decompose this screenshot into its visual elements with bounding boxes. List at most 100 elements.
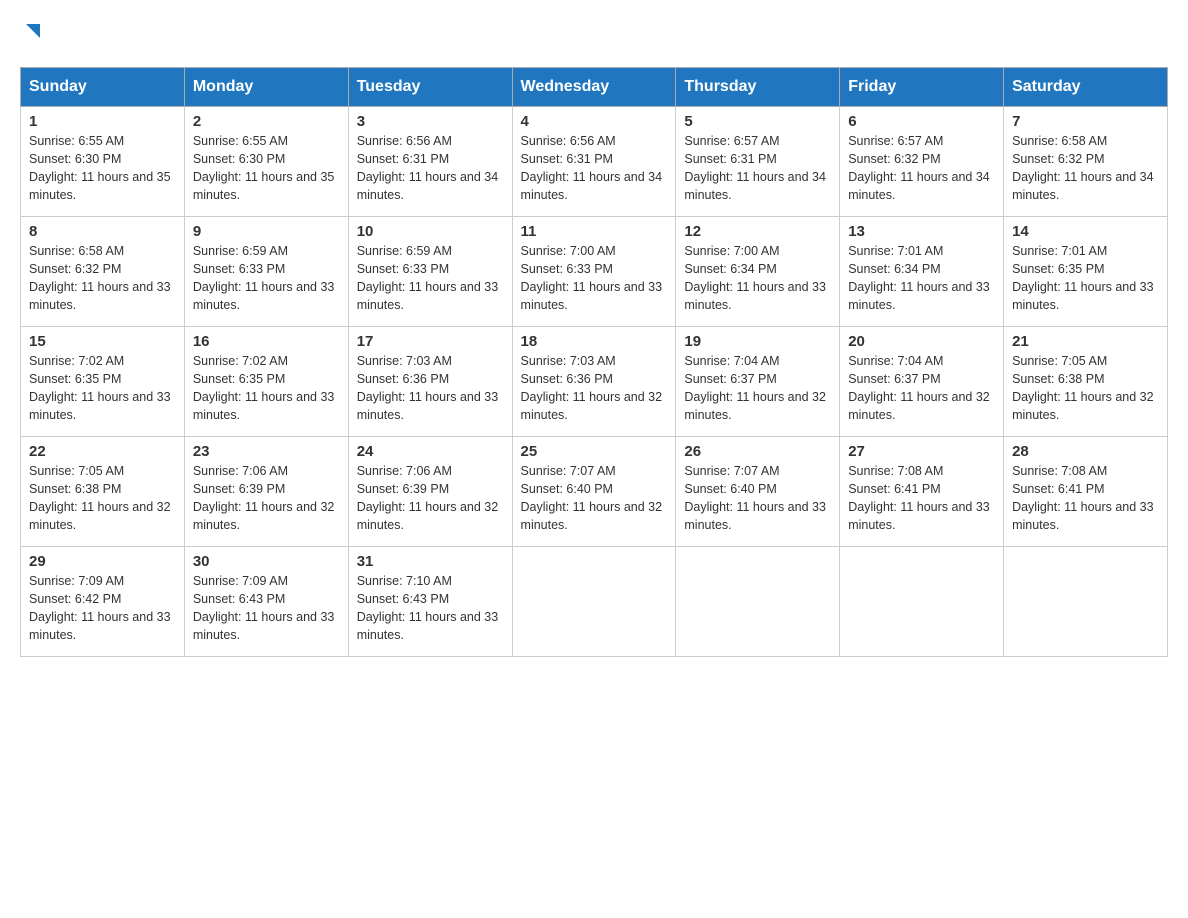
day-number: 4 bbox=[521, 113, 668, 130]
calendar-cell: 2 Sunrise: 6:55 AMSunset: 6:30 PMDayligh… bbox=[184, 107, 348, 217]
calendar-week-row: 22 Sunrise: 7:05 AMSunset: 6:38 PMDaylig… bbox=[21, 437, 1168, 547]
calendar-week-row: 29 Sunrise: 7:09 AMSunset: 6:42 PMDaylig… bbox=[21, 547, 1168, 657]
calendar-header-monday: Monday bbox=[184, 68, 348, 107]
day-info: Sunrise: 7:07 AMSunset: 6:40 PMDaylight:… bbox=[521, 464, 663, 532]
calendar-cell: 24 Sunrise: 7:06 AMSunset: 6:39 PMDaylig… bbox=[348, 437, 512, 547]
day-number: 31 bbox=[357, 553, 504, 570]
calendar-cell: 20 Sunrise: 7:04 AMSunset: 6:37 PMDaylig… bbox=[840, 327, 1004, 437]
day-info: Sunrise: 7:10 AMSunset: 6:43 PMDaylight:… bbox=[357, 574, 499, 642]
calendar-cell: 28 Sunrise: 7:08 AMSunset: 6:41 PMDaylig… bbox=[1004, 437, 1168, 547]
day-number: 19 bbox=[684, 333, 831, 350]
calendar-cell: 8 Sunrise: 6:58 AMSunset: 6:32 PMDayligh… bbox=[21, 217, 185, 327]
calendar-cell: 3 Sunrise: 6:56 AMSunset: 6:31 PMDayligh… bbox=[348, 107, 512, 217]
day-info: Sunrise: 6:56 AMSunset: 6:31 PMDaylight:… bbox=[357, 134, 499, 202]
calendar-cell: 1 Sunrise: 6:55 AMSunset: 6:30 PMDayligh… bbox=[21, 107, 185, 217]
day-number: 29 bbox=[29, 553, 176, 570]
day-number: 12 bbox=[684, 223, 831, 240]
day-info: Sunrise: 7:05 AMSunset: 6:38 PMDaylight:… bbox=[1012, 354, 1154, 422]
day-info: Sunrise: 7:08 AMSunset: 6:41 PMDaylight:… bbox=[848, 464, 990, 532]
day-number: 9 bbox=[193, 223, 340, 240]
calendar-week-row: 8 Sunrise: 6:58 AMSunset: 6:32 PMDayligh… bbox=[21, 217, 1168, 327]
day-info: Sunrise: 7:07 AMSunset: 6:40 PMDaylight:… bbox=[684, 464, 826, 532]
day-info: Sunrise: 7:06 AMSunset: 6:39 PMDaylight:… bbox=[357, 464, 499, 532]
calendar-cell: 23 Sunrise: 7:06 AMSunset: 6:39 PMDaylig… bbox=[184, 437, 348, 547]
calendar-week-row: 1 Sunrise: 6:55 AMSunset: 6:30 PMDayligh… bbox=[21, 107, 1168, 217]
day-number: 25 bbox=[521, 443, 668, 460]
day-number: 22 bbox=[29, 443, 176, 460]
day-info: Sunrise: 6:57 AMSunset: 6:31 PMDaylight:… bbox=[684, 134, 826, 202]
day-info: Sunrise: 7:04 AMSunset: 6:37 PMDaylight:… bbox=[848, 354, 990, 422]
calendar-cell: 25 Sunrise: 7:07 AMSunset: 6:40 PMDaylig… bbox=[512, 437, 676, 547]
day-info: Sunrise: 6:55 AMSunset: 6:30 PMDaylight:… bbox=[29, 134, 171, 202]
day-info: Sunrise: 6:59 AMSunset: 6:33 PMDaylight:… bbox=[193, 244, 335, 312]
calendar-cell: 30 Sunrise: 7:09 AMSunset: 6:43 PMDaylig… bbox=[184, 547, 348, 657]
day-info: Sunrise: 6:56 AMSunset: 6:31 PMDaylight:… bbox=[521, 134, 663, 202]
calendar-cell: 12 Sunrise: 7:00 AMSunset: 6:34 PMDaylig… bbox=[676, 217, 840, 327]
calendar-header-sunday: Sunday bbox=[21, 68, 185, 107]
day-number: 15 bbox=[29, 333, 176, 350]
page-header bbox=[20, 20, 1168, 47]
day-info: Sunrise: 6:58 AMSunset: 6:32 PMDaylight:… bbox=[1012, 134, 1154, 202]
calendar-cell: 11 Sunrise: 7:00 AMSunset: 6:33 PMDaylig… bbox=[512, 217, 676, 327]
day-number: 30 bbox=[193, 553, 340, 570]
day-number: 5 bbox=[684, 113, 831, 130]
day-number: 26 bbox=[684, 443, 831, 460]
calendar-cell: 10 Sunrise: 6:59 AMSunset: 6:33 PMDaylig… bbox=[348, 217, 512, 327]
day-info: Sunrise: 7:03 AMSunset: 6:36 PMDaylight:… bbox=[357, 354, 499, 422]
calendar-header-tuesday: Tuesday bbox=[348, 68, 512, 107]
calendar-cell: 9 Sunrise: 6:59 AMSunset: 6:33 PMDayligh… bbox=[184, 217, 348, 327]
day-number: 1 bbox=[29, 113, 176, 130]
day-info: Sunrise: 7:09 AMSunset: 6:42 PMDaylight:… bbox=[29, 574, 171, 642]
calendar-header-thursday: Thursday bbox=[676, 68, 840, 107]
day-number: 3 bbox=[357, 113, 504, 130]
day-number: 10 bbox=[357, 223, 504, 240]
day-number: 13 bbox=[848, 223, 995, 240]
day-info: Sunrise: 7:08 AMSunset: 6:41 PMDaylight:… bbox=[1012, 464, 1154, 532]
logo-triangle-icon bbox=[22, 20, 44, 42]
calendar-cell: 27 Sunrise: 7:08 AMSunset: 6:41 PMDaylig… bbox=[840, 437, 1004, 547]
calendar-cell: 7 Sunrise: 6:58 AMSunset: 6:32 PMDayligh… bbox=[1004, 107, 1168, 217]
day-info: Sunrise: 6:59 AMSunset: 6:33 PMDaylight:… bbox=[357, 244, 499, 312]
calendar-header-friday: Friday bbox=[840, 68, 1004, 107]
day-number: 11 bbox=[521, 223, 668, 240]
day-info: Sunrise: 7:02 AMSunset: 6:35 PMDaylight:… bbox=[193, 354, 335, 422]
day-info: Sunrise: 6:55 AMSunset: 6:30 PMDaylight:… bbox=[193, 134, 335, 202]
day-info: Sunrise: 6:57 AMSunset: 6:32 PMDaylight:… bbox=[848, 134, 990, 202]
calendar-week-row: 15 Sunrise: 7:02 AMSunset: 6:35 PMDaylig… bbox=[21, 327, 1168, 437]
calendar-cell: 15 Sunrise: 7:02 AMSunset: 6:35 PMDaylig… bbox=[21, 327, 185, 437]
calendar-cell: 6 Sunrise: 6:57 AMSunset: 6:32 PMDayligh… bbox=[840, 107, 1004, 217]
day-number: 27 bbox=[848, 443, 995, 460]
calendar-cell: 18 Sunrise: 7:03 AMSunset: 6:36 PMDaylig… bbox=[512, 327, 676, 437]
day-info: Sunrise: 7:03 AMSunset: 6:36 PMDaylight:… bbox=[521, 354, 663, 422]
calendar-cell: 5 Sunrise: 6:57 AMSunset: 6:31 PMDayligh… bbox=[676, 107, 840, 217]
day-info: Sunrise: 7:05 AMSunset: 6:38 PMDaylight:… bbox=[29, 464, 171, 532]
day-info: Sunrise: 7:09 AMSunset: 6:43 PMDaylight:… bbox=[193, 574, 335, 642]
calendar-cell: 4 Sunrise: 6:56 AMSunset: 6:31 PMDayligh… bbox=[512, 107, 676, 217]
calendar-cell: 17 Sunrise: 7:03 AMSunset: 6:36 PMDaylig… bbox=[348, 327, 512, 437]
calendar-header-saturday: Saturday bbox=[1004, 68, 1168, 107]
day-number: 7 bbox=[1012, 113, 1159, 130]
day-number: 14 bbox=[1012, 223, 1159, 240]
logo bbox=[20, 20, 44, 47]
calendar-table: SundayMondayTuesdayWednesdayThursdayFrid… bbox=[20, 67, 1168, 657]
calendar-cell: 29 Sunrise: 7:09 AMSunset: 6:42 PMDaylig… bbox=[21, 547, 185, 657]
day-info: Sunrise: 7:00 AMSunset: 6:34 PMDaylight:… bbox=[684, 244, 826, 312]
day-number: 6 bbox=[848, 113, 995, 130]
day-info: Sunrise: 6:58 AMSunset: 6:32 PMDaylight:… bbox=[29, 244, 171, 312]
calendar-cell: 31 Sunrise: 7:10 AMSunset: 6:43 PMDaylig… bbox=[348, 547, 512, 657]
calendar-cell: 16 Sunrise: 7:02 AMSunset: 6:35 PMDaylig… bbox=[184, 327, 348, 437]
calendar-cell bbox=[840, 547, 1004, 657]
day-number: 24 bbox=[357, 443, 504, 460]
day-number: 18 bbox=[521, 333, 668, 350]
day-number: 23 bbox=[193, 443, 340, 460]
calendar-cell bbox=[1004, 547, 1168, 657]
calendar-cell: 13 Sunrise: 7:01 AMSunset: 6:34 PMDaylig… bbox=[840, 217, 1004, 327]
day-number: 20 bbox=[848, 333, 995, 350]
day-info: Sunrise: 7:00 AMSunset: 6:33 PMDaylight:… bbox=[521, 244, 663, 312]
day-info: Sunrise: 7:04 AMSunset: 6:37 PMDaylight:… bbox=[684, 354, 826, 422]
day-number: 16 bbox=[193, 333, 340, 350]
day-number: 28 bbox=[1012, 443, 1159, 460]
day-info: Sunrise: 7:01 AMSunset: 6:35 PMDaylight:… bbox=[1012, 244, 1154, 312]
calendar-cell: 14 Sunrise: 7:01 AMSunset: 6:35 PMDaylig… bbox=[1004, 217, 1168, 327]
calendar-header-row: SundayMondayTuesdayWednesdayThursdayFrid… bbox=[21, 68, 1168, 107]
